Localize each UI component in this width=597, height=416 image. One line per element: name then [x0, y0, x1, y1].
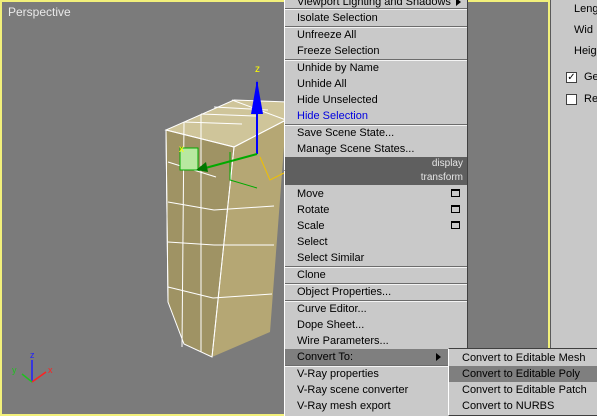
options-box-icon[interactable]	[451, 221, 460, 229]
submenu-item-editable-patch[interactable]: Convert to Editable Patch	[449, 382, 597, 398]
submenu-item-editable-poly[interactable]: Convert to Editable Poly	[449, 366, 597, 382]
generate-mapping-checkbox[interactable]: ✓	[566, 72, 577, 83]
menu-header-transform: transform	[285, 171, 467, 185]
options-box-icon[interactable]	[451, 205, 460, 213]
menu-item-freeze-selection[interactable]: Freeze Selection	[285, 43, 467, 59]
menu-item-save-scene-state[interactable]: Save Scene State...	[285, 125, 467, 141]
menu-item-select[interactable]: Select	[285, 234, 467, 250]
convert-to-submenu: Convert to Editable Mesh Convert to Edit…	[448, 348, 597, 416]
length-label: Leng	[574, 3, 597, 15]
submenu-arrow-icon	[456, 0, 461, 6]
menu-item-hide-selection[interactable]: Hide Selection	[285, 108, 467, 124]
menu-item-scale[interactable]: Scale	[285, 218, 467, 234]
submenu-item-nurbs[interactable]: Convert to NURBS	[449, 398, 597, 414]
quad-menu-display: Viewport Lighting and Shadows Isolate Se…	[284, 0, 468, 171]
quad-menu-transform: transform Move Rotate Scale Select Selec…	[284, 171, 468, 416]
menu-item-select-similar[interactable]: Select Similar	[285, 250, 467, 266]
gizmo-x-label: x	[179, 144, 184, 155]
menu-item-unfreeze-all[interactable]: Unfreeze All	[285, 27, 467, 43]
menu-item-curve-editor[interactable]: Curve Editor...	[285, 301, 467, 317]
menu-item-vray-mesh-export[interactable]: V-Ray mesh export	[285, 398, 467, 414]
real-world-checkbox[interactable]	[566, 94, 577, 105]
options-box-icon[interactable]	[451, 189, 460, 197]
corner-z-label: z	[30, 350, 35, 360]
submenu-arrow-icon	[436, 353, 441, 361]
corner-x-label: x	[48, 365, 53, 375]
menu-item-convert-to[interactable]: Convert To:	[285, 349, 467, 365]
menu-item-rotate[interactable]: Rotate	[285, 202, 467, 218]
menu-header-display: display	[285, 157, 467, 171]
menu-item-wire-parameters[interactable]: Wire Parameters...	[285, 333, 467, 349]
generate-mapping-label: Ge	[584, 71, 597, 83]
corner-y-label: y	[12, 365, 17, 375]
axis-tripod-icon: z y x	[12, 350, 53, 383]
menu-item-unhide-all[interactable]: Unhide All	[285, 76, 467, 92]
gizmo-z-label: z	[255, 64, 260, 75]
submenu-item-editable-mesh[interactable]: Convert to Editable Mesh	[449, 350, 597, 366]
menu-item-clone[interactable]: Clone	[285, 267, 467, 283]
menu-item-object-properties[interactable]: Object Properties...	[285, 284, 467, 300]
menu-item-vray-properties[interactable]: V-Ray properties	[285, 366, 467, 382]
menu-item-unhide-by-name[interactable]: Unhide by Name	[285, 60, 467, 76]
menu-item-vray-scene-converter[interactable]: V-Ray scene converter	[285, 382, 467, 398]
height-label: Heig	[574, 45, 597, 57]
menu-item-dope-sheet[interactable]: Dope Sheet...	[285, 317, 467, 333]
menu-item-hide-unselected[interactable]: Hide Unselected	[285, 92, 467, 108]
box-object	[164, 99, 289, 358]
width-label: Wid	[574, 24, 593, 36]
real-world-label: Re	[584, 93, 597, 105]
menu-item-isolate-selection[interactable]: Isolate Selection	[285, 10, 467, 26]
menu-item-manage-scene-states[interactable]: Manage Scene States...	[285, 141, 467, 157]
menu-item-move[interactable]: Move	[285, 186, 467, 202]
